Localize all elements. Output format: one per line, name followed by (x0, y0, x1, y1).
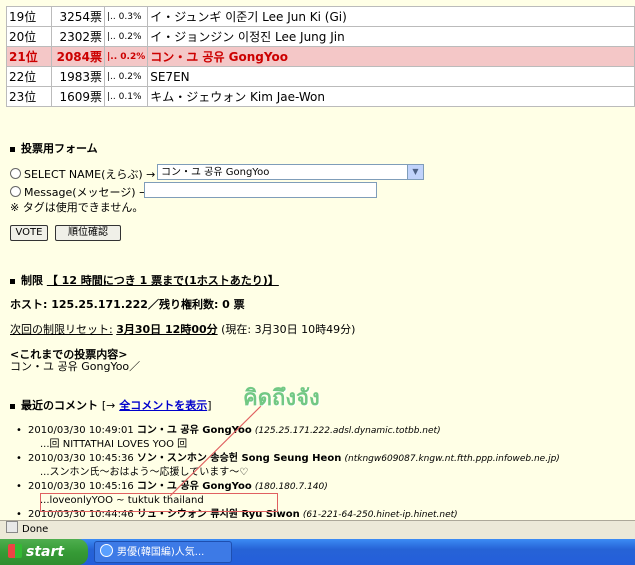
taskbar: start 男優(韓国編)人気... (0, 539, 635, 565)
windows-logo-icon (8, 544, 22, 558)
start-button[interactable]: start (0, 539, 88, 565)
status-bar: Done (0, 520, 635, 539)
annotation-text: คิดถึงจัง (243, 386, 320, 411)
taskbar-window-button[interactable]: 男優(韓国編)人気... (94, 541, 232, 563)
ie-icon (100, 544, 113, 557)
page-icon (6, 521, 18, 533)
browser-page: 19位 3254票 |.. 0.3% イ・ジュンギ 이준기 Lee Jun Ki (G… (0, 0, 635, 520)
annotation-arrow (169, 404, 263, 497)
